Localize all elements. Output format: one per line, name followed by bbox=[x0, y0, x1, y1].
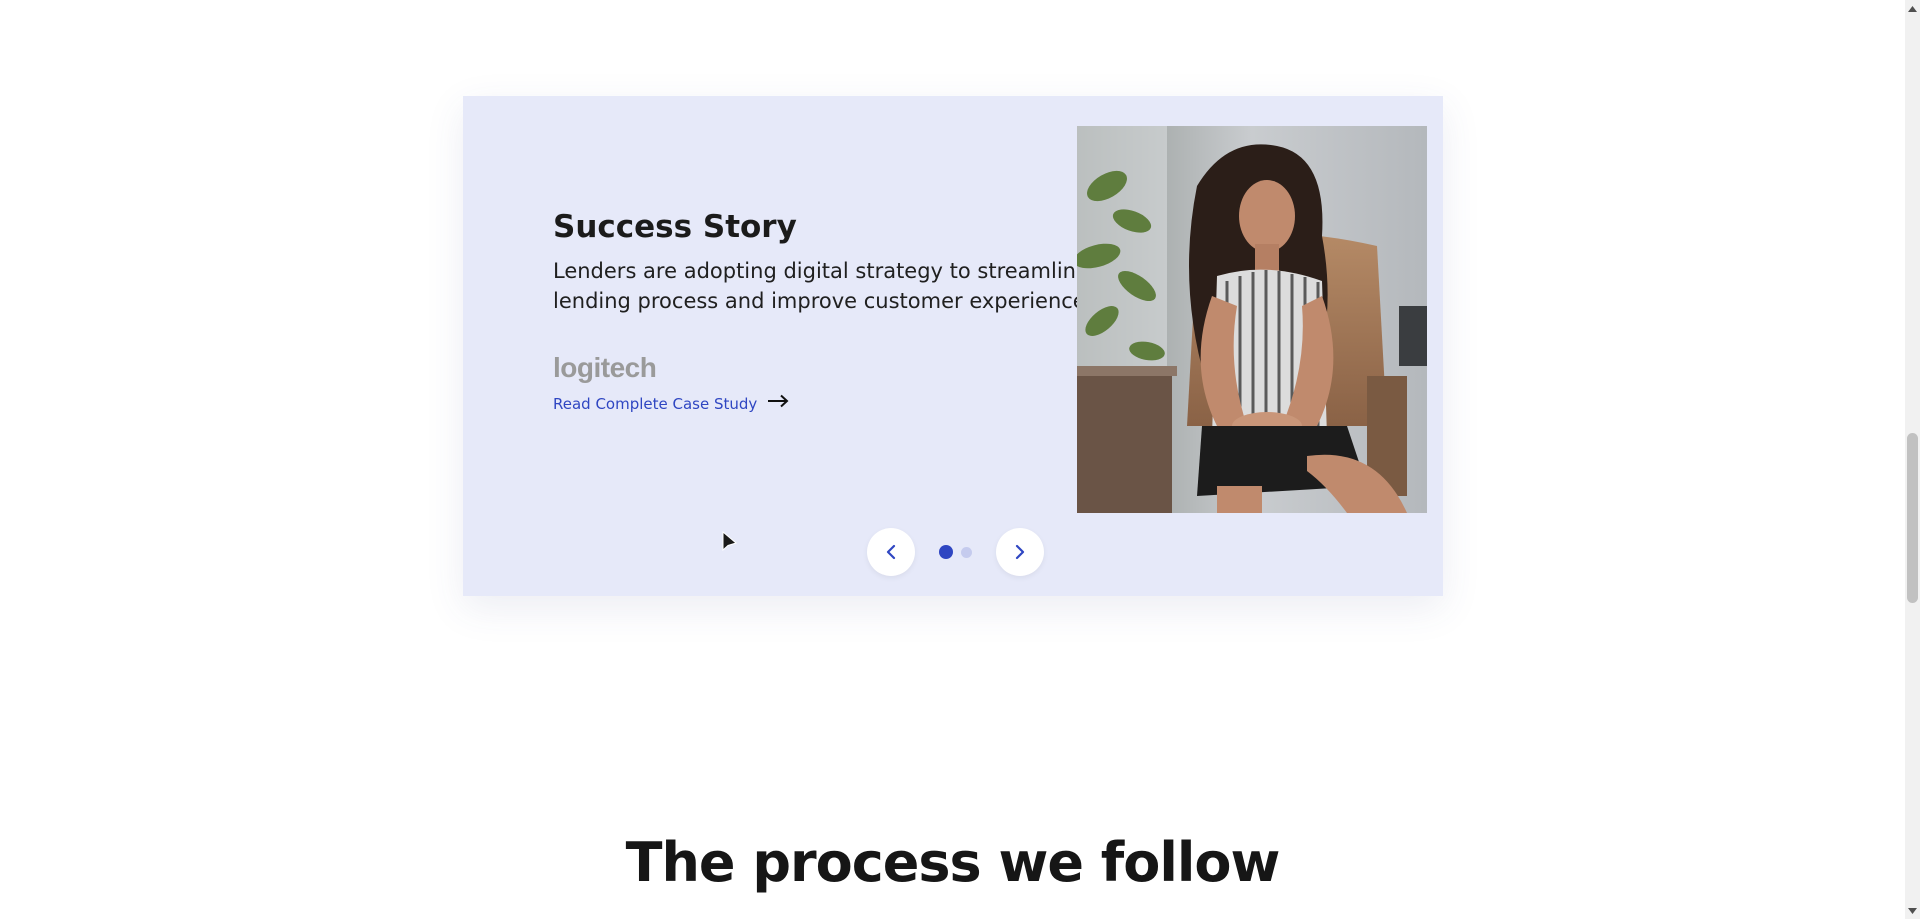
read-case-study-link[interactable]: Read Complete Case Study bbox=[553, 394, 789, 413]
chevron-right-icon bbox=[1015, 544, 1025, 560]
mouse-cursor-icon bbox=[720, 530, 740, 561]
client-logo-text: logitech bbox=[553, 352, 656, 383]
arrow-right-icon bbox=[767, 394, 789, 413]
read-case-study-label: Read Complete Case Study bbox=[553, 394, 758, 413]
chevron-left-icon bbox=[886, 544, 896, 560]
woman-office-photo bbox=[1077, 126, 1427, 513]
logitech-logo: logitech bbox=[553, 352, 657, 383]
scroll-up-arrow-icon[interactable] bbox=[1905, 0, 1920, 17]
process-section-title: The process we follow bbox=[625, 831, 1281, 894]
client-logo: logitech bbox=[553, 352, 1098, 384]
carousel-pagination bbox=[935, 545, 976, 559]
case-study-photo bbox=[1077, 126, 1427, 513]
carousel-dot-2[interactable] bbox=[961, 546, 972, 558]
case-study-title: Success Story bbox=[553, 209, 797, 245]
carousel-next-button[interactable] bbox=[996, 528, 1044, 576]
case-study-content: Success Story Lenders are adopting digit… bbox=[553, 208, 1098, 413]
scrollbar-thumb[interactable] bbox=[1907, 433, 1918, 603]
carousel-prev-button[interactable] bbox=[867, 528, 915, 576]
scroll-down-arrow-icon[interactable] bbox=[1905, 902, 1920, 919]
carousel-controls bbox=[867, 527, 1044, 577]
page-scrollbar[interactable] bbox=[1905, 0, 1920, 919]
page-viewport: Success Story Lenders are adopting digit… bbox=[0, 0, 1905, 919]
case-study-card: Success Story Lenders are adopting digit… bbox=[463, 96, 1443, 596]
carousel-dot-1[interactable] bbox=[939, 545, 953, 559]
case-study-description: Lenders are adopting digital strategy to… bbox=[553, 259, 1093, 313]
